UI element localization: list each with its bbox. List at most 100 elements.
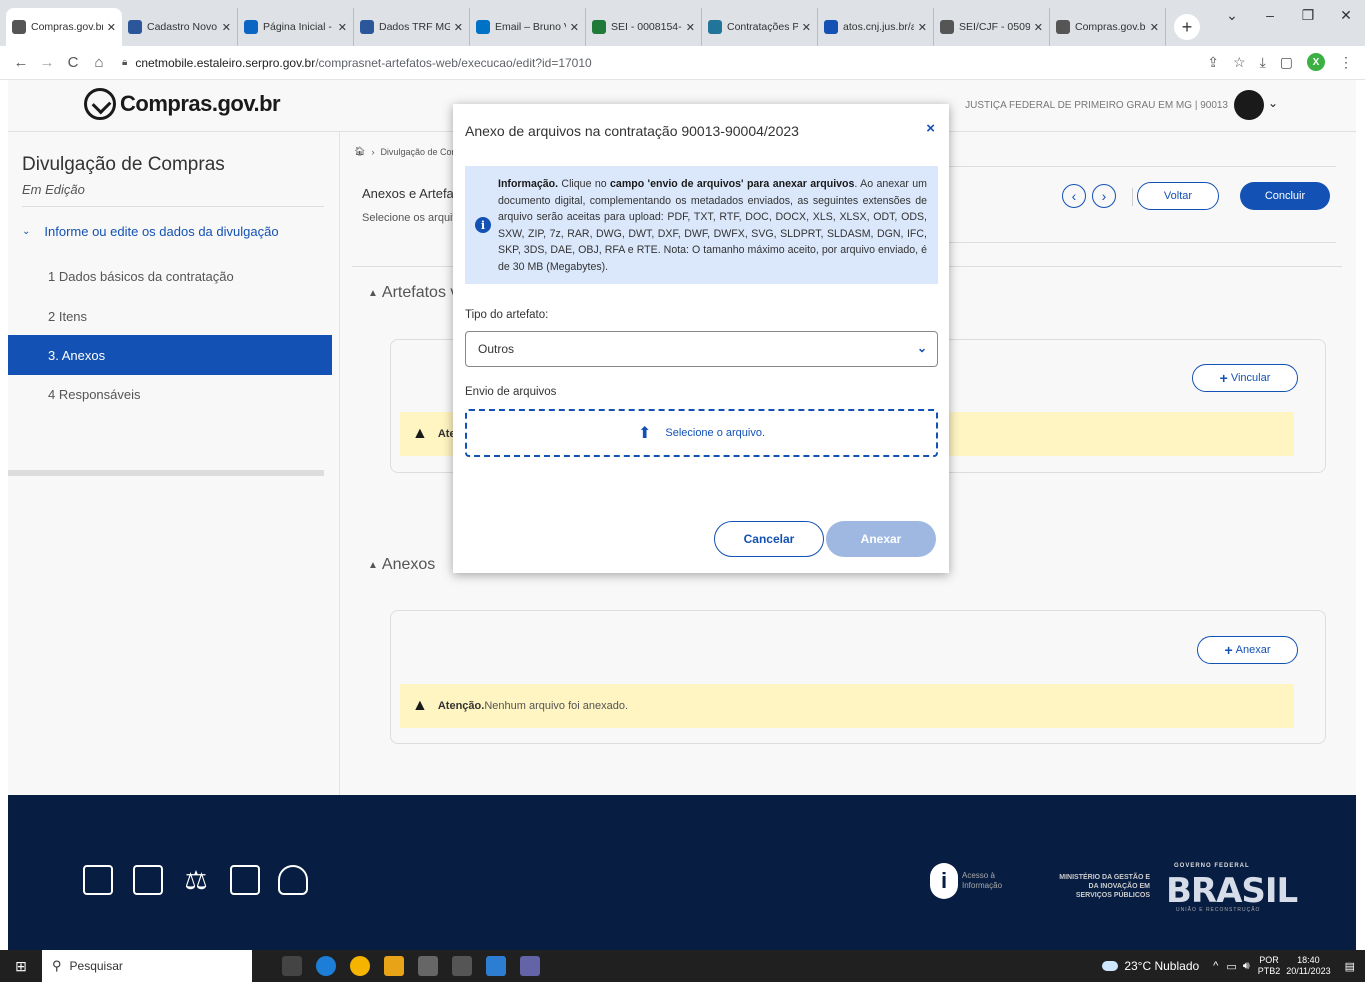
scales-icon[interactable]: ⚖︎ <box>181 865 211 895</box>
close-tab-icon[interactable]: ✕ <box>918 21 927 34</box>
close-tab-icon[interactable]: ✕ <box>802 21 811 34</box>
sidebar-section-toggle[interactable]: ⌄ Informe ou edite os dados da divulgaçã… <box>22 224 279 239</box>
windows-start-icon[interactable]: ⊞ <box>0 958 42 975</box>
app-icon[interactable] <box>486 956 506 976</box>
close-tab-icon[interactable]: ✕ <box>1034 21 1043 34</box>
tipo-artefato-select[interactable]: Outros ⌄ <box>465 331 938 367</box>
url-field[interactable]: 🔒︎ cnetmobile.estaleiro.serpro.gov.br/co… <box>122 56 592 70</box>
close-tab-icon[interactable]: ✕ <box>107 21 116 34</box>
sidebar-item-label: 4 Responsáveis <box>48 386 141 402</box>
cloud-icon <box>244 20 258 34</box>
task-view-icon[interactable] <box>282 956 302 976</box>
bookmark-star-icon[interactable]: ☆ <box>1233 54 1246 71</box>
home-icon[interactable]: ⌂ <box>86 54 112 71</box>
sidebar-item-dados-basicos[interactable]: 1 Dados básicos da contratação <box>8 256 332 296</box>
info-part: . Ao anexar um documento digital, comple… <box>498 178 927 273</box>
close-tab-icon[interactable]: ✕ <box>454 21 463 34</box>
taskbar-search-input[interactable]: ⚲ Pesquisar <box>42 950 252 982</box>
browser-tab[interactable]: Compras.gov.br - ✕ <box>6 8 122 46</box>
os-taskbar: ⊞ ⚲ Pesquisar 23°C Nublado ^ ▭ 🔊︎ POR PT… <box>0 950 1365 982</box>
restore-icon[interactable]: ❐ <box>1289 7 1327 24</box>
home-breadcrumb-icon[interactable]: 🏠︎ <box>354 146 365 157</box>
acesso-informacao-link[interactable]: i Acesso à Informação <box>930 863 1006 899</box>
sidebar-item-anexos[interactable]: 3. Anexos <box>8 335 332 375</box>
browser-tab-label: SEI/CJF - 0509669 <box>959 21 1030 33</box>
edge-icon[interactable] <box>316 956 336 976</box>
browser-tab[interactable]: Contratações Púb ✕ <box>702 8 818 46</box>
close-tab-icon[interactable]: ✕ <box>570 21 579 34</box>
cancel-button[interactable]: Cancelar <box>714 521 824 557</box>
anexar-submit-button[interactable]: Anexar <box>826 521 936 557</box>
minimize-icon[interactable]: – <box>1251 7 1289 23</box>
extension-icon[interactable]: X <box>1307 53 1325 71</box>
notifications-icon[interactable]: ▤ <box>1345 960 1355 973</box>
newspaper-icon[interactable] <box>83 865 113 895</box>
brasil-slogan: UNIÃO E RECONSTRUÇÃO <box>1176 907 1261 913</box>
close-tab-icon[interactable]: ✕ <box>1150 21 1159 34</box>
network-icon[interactable]: ▭ <box>1226 960 1236 973</box>
close-window-icon[interactable]: ✕ <box>1327 7 1365 24</box>
language-indicator[interactable]: POR PTB2 <box>1258 955 1281 977</box>
breadcrumb-item[interactable]: Divulgação de Comp <box>380 147 464 157</box>
prev-step-button[interactable]: ‹ <box>1062 184 1086 208</box>
browser-tab[interactable]: Cadastro Novo D ✕ <box>122 8 238 46</box>
file-explorer-icon[interactable] <box>384 956 404 976</box>
close-tab-icon[interactable]: ✕ <box>686 21 695 34</box>
id-card-icon[interactable] <box>230 865 260 895</box>
browser-tab[interactable]: Página Inicial - Or ✕ <box>238 8 354 46</box>
anexos-section-toggle[interactable]: ▲ Anexos <box>368 556 435 574</box>
anexar-file-button[interactable]: + Anexar <box>1197 636 1298 664</box>
forward-icon[interactable]: → <box>34 54 60 71</box>
clock[interactable]: 18:40 20/11/2023 <box>1286 955 1330 977</box>
share-icon[interactable]: ⇪ <box>1207 54 1219 71</box>
compras-logo[interactable]: Compras.gov.br <box>84 88 281 120</box>
close-tab-icon[interactable]: ✕ <box>338 21 347 34</box>
artefatos-section-toggle[interactable]: ▲ Artefatos vi <box>368 284 462 302</box>
close-icon[interactable]: × <box>926 120 935 137</box>
back-icon[interactable]: ← <box>8 54 34 71</box>
volume-icon[interactable]: 🔊︎ <box>1243 960 1250 973</box>
app-icon[interactable] <box>418 956 438 976</box>
sei-icon <box>592 20 606 34</box>
reload-icon[interactable]: C <box>60 54 86 71</box>
ministerio-logo: MINISTÉRIO DA GESTÃO E DA INOVAÇÃO EM SE… <box>1059 874 1150 899</box>
brasil-logo: BRASIL <box>1166 871 1298 911</box>
sidebar-scroll-bar[interactable] <box>8 470 324 476</box>
sidebar-status: Em Edição <box>22 182 85 197</box>
tab-search-icon[interactable]: ⌄ <box>1213 7 1251 24</box>
chrome-icon[interactable] <box>350 956 370 976</box>
teams-icon[interactable] <box>520 956 540 976</box>
sidebar-item-responsaveis[interactable]: 4 Responsáveis <box>8 374 332 414</box>
info-part: Clique no <box>558 178 611 190</box>
headset-icon[interactable] <box>278 865 308 895</box>
sidebar-item-itens[interactable]: 2 Itens <box>8 296 332 336</box>
sidebar-item-label: 3. Anexos <box>48 347 106 363</box>
browser-tab-label: Contratações Púb <box>727 21 798 33</box>
browser-tab[interactable]: atos.cnj.jus.br/ato ✕ <box>818 8 934 46</box>
concluir-button[interactable]: Concluir <box>1240 182 1330 210</box>
browser-menu-icon[interactable]: ⋮ <box>1339 54 1353 71</box>
video-icon[interactable] <box>133 865 163 895</box>
file-upload-dropzone[interactable]: ⬆︎ Selecione o arquivo. <box>465 409 938 457</box>
browser-tab[interactable]: SEI/CJF - 0509669 ✕ <box>934 8 1050 46</box>
tray-chevron-icon[interactable]: ^ <box>1213 960 1218 972</box>
lock-icon[interactable]: 🔒︎ <box>122 57 127 68</box>
weather-widget[interactable]: 23°C Nublado <box>1102 959 1199 973</box>
plus-icon: + <box>1219 370 1228 386</box>
browser-tab[interactable]: Dados TRF MG.do ✕ <box>354 8 470 46</box>
browser-tab-label: Página Inicial - Or <box>263 21 334 33</box>
user-menu-chevron-icon[interactable]: ⌄ <box>1268 96 1278 110</box>
info-icon: i <box>930 863 958 899</box>
vincular-button[interactable]: + Vincular <box>1192 364 1298 392</box>
sidepanel-icon[interactable]: ▢ <box>1280 54 1293 71</box>
user-avatar-icon[interactable] <box>1234 90 1264 120</box>
download-icon[interactable]: ⤓ <box>1260 54 1266 71</box>
browser-tab[interactable]: Email – Bruno Vie ✕ <box>470 8 586 46</box>
new-tab-button[interactable]: + <box>1174 14 1200 40</box>
browser-tab[interactable]: Compras.gov.br - ✕ <box>1050 8 1166 46</box>
voltar-button[interactable]: Voltar <box>1137 182 1219 210</box>
app-icon[interactable] <box>452 956 472 976</box>
close-tab-icon[interactable]: ✕ <box>222 21 231 34</box>
browser-tab[interactable]: SEI - 0008154-51. ✕ <box>586 8 702 46</box>
next-step-button[interactable]: › <box>1092 184 1116 208</box>
